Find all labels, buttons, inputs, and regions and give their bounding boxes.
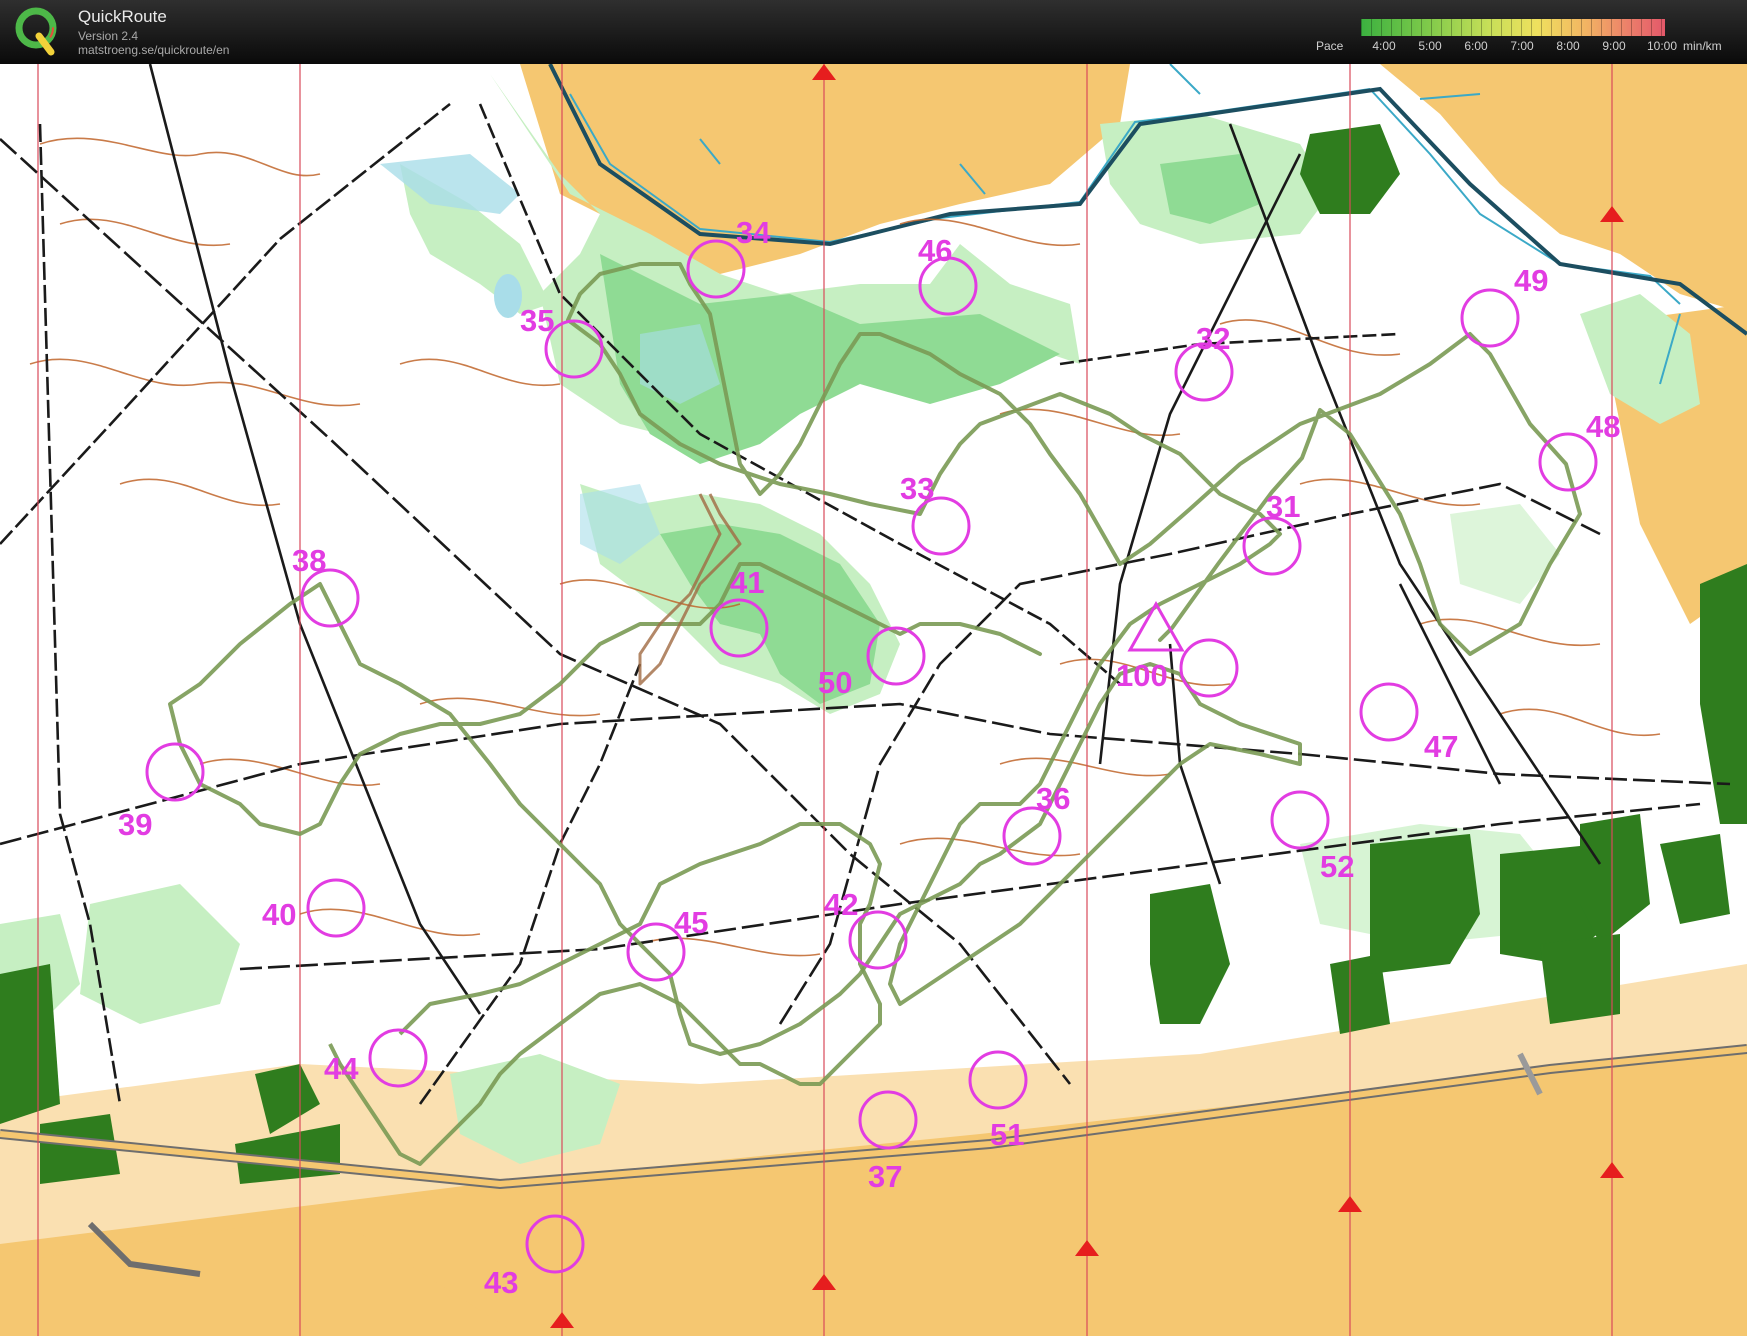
control-label-51: 51: [990, 1117, 1024, 1152]
control-label-47: 47: [1424, 729, 1458, 764]
app-version: Version 2.4: [78, 29, 139, 43]
quickroute-logo-icon: [15, 7, 57, 56]
control-label-36: 36: [1036, 781, 1070, 816]
control-label-45: 45: [674, 905, 708, 940]
control-label-52: 52: [1320, 849, 1354, 884]
control-label-33: 33: [900, 471, 934, 506]
quickroute-window: QuickRoute Version 2.4 matstroeng.se/qui…: [0, 0, 1747, 1336]
pace-tick: 10:00: [1646, 39, 1678, 53]
control-circle-33[interactable]: [911, 496, 971, 556]
control-label-42: 42: [824, 887, 858, 922]
pace-scale-ticks: [1361, 19, 1665, 36]
control-label-49: 49: [1514, 263, 1548, 298]
control-circle-38[interactable]: [300, 568, 360, 628]
control-label-32: 32: [1196, 321, 1230, 356]
pace-tick: 4:00: [1372, 39, 1396, 53]
control-label-41: 41: [730, 565, 764, 600]
header-bar: QuickRoute Version 2.4 matstroeng.se/qui…: [0, 0, 1747, 64]
control-circle-52[interactable]: [1270, 790, 1330, 850]
control-label-46: 46: [918, 233, 952, 268]
control-label-39: 39: [118, 807, 152, 842]
start-label: 100: [1116, 658, 1168, 693]
control-circle-40[interactable]: [306, 878, 366, 938]
control-circle-47[interactable]: [1359, 682, 1419, 742]
map-canvas: 31 32 33 34 35 36 37 38 39 40 41 42 43 44 45 46 47 48 49 50…: [0, 64, 1747, 1336]
control-circle-100[interactable]: [1179, 638, 1239, 698]
pace-tick: 6:00: [1464, 39, 1488, 53]
control-label-38: 38: [292, 543, 326, 578]
control-label-44: 44: [324, 1051, 359, 1086]
control-label-37: 37: [868, 1159, 902, 1194]
control-label-48: 48: [1586, 409, 1620, 444]
pace-tick: 5:00: [1418, 39, 1442, 53]
orienteering-map[interactable]: 31 32 33 34 35 36 37 38 39 40 41 42 43 44 45 46 47 48 49 50…: [0, 64, 1747, 1336]
control-circle-49[interactable]: [1460, 288, 1520, 348]
pace-tick: 8:00: [1556, 39, 1580, 53]
control-label-35: 35: [520, 303, 554, 338]
app-name: QuickRoute: [78, 7, 167, 26]
control-label-40: 40: [262, 897, 296, 932]
control-label-43: 43: [484, 1265, 518, 1300]
pace-unit: min/km: [1683, 39, 1722, 53]
control-label-31: 31: [1266, 489, 1300, 524]
control-label-50: 50: [818, 665, 852, 700]
pace-tick: 9:00: [1602, 39, 1626, 53]
app-url: matstroeng.se/quickroute/en: [78, 43, 230, 57]
pace-legend-label: Pace: [1316, 39, 1344, 53]
control-label-34: 34: [736, 215, 771, 250]
control-circle-36[interactable]: [1002, 806, 1062, 866]
pace-tick: 7:00: [1510, 39, 1534, 53]
